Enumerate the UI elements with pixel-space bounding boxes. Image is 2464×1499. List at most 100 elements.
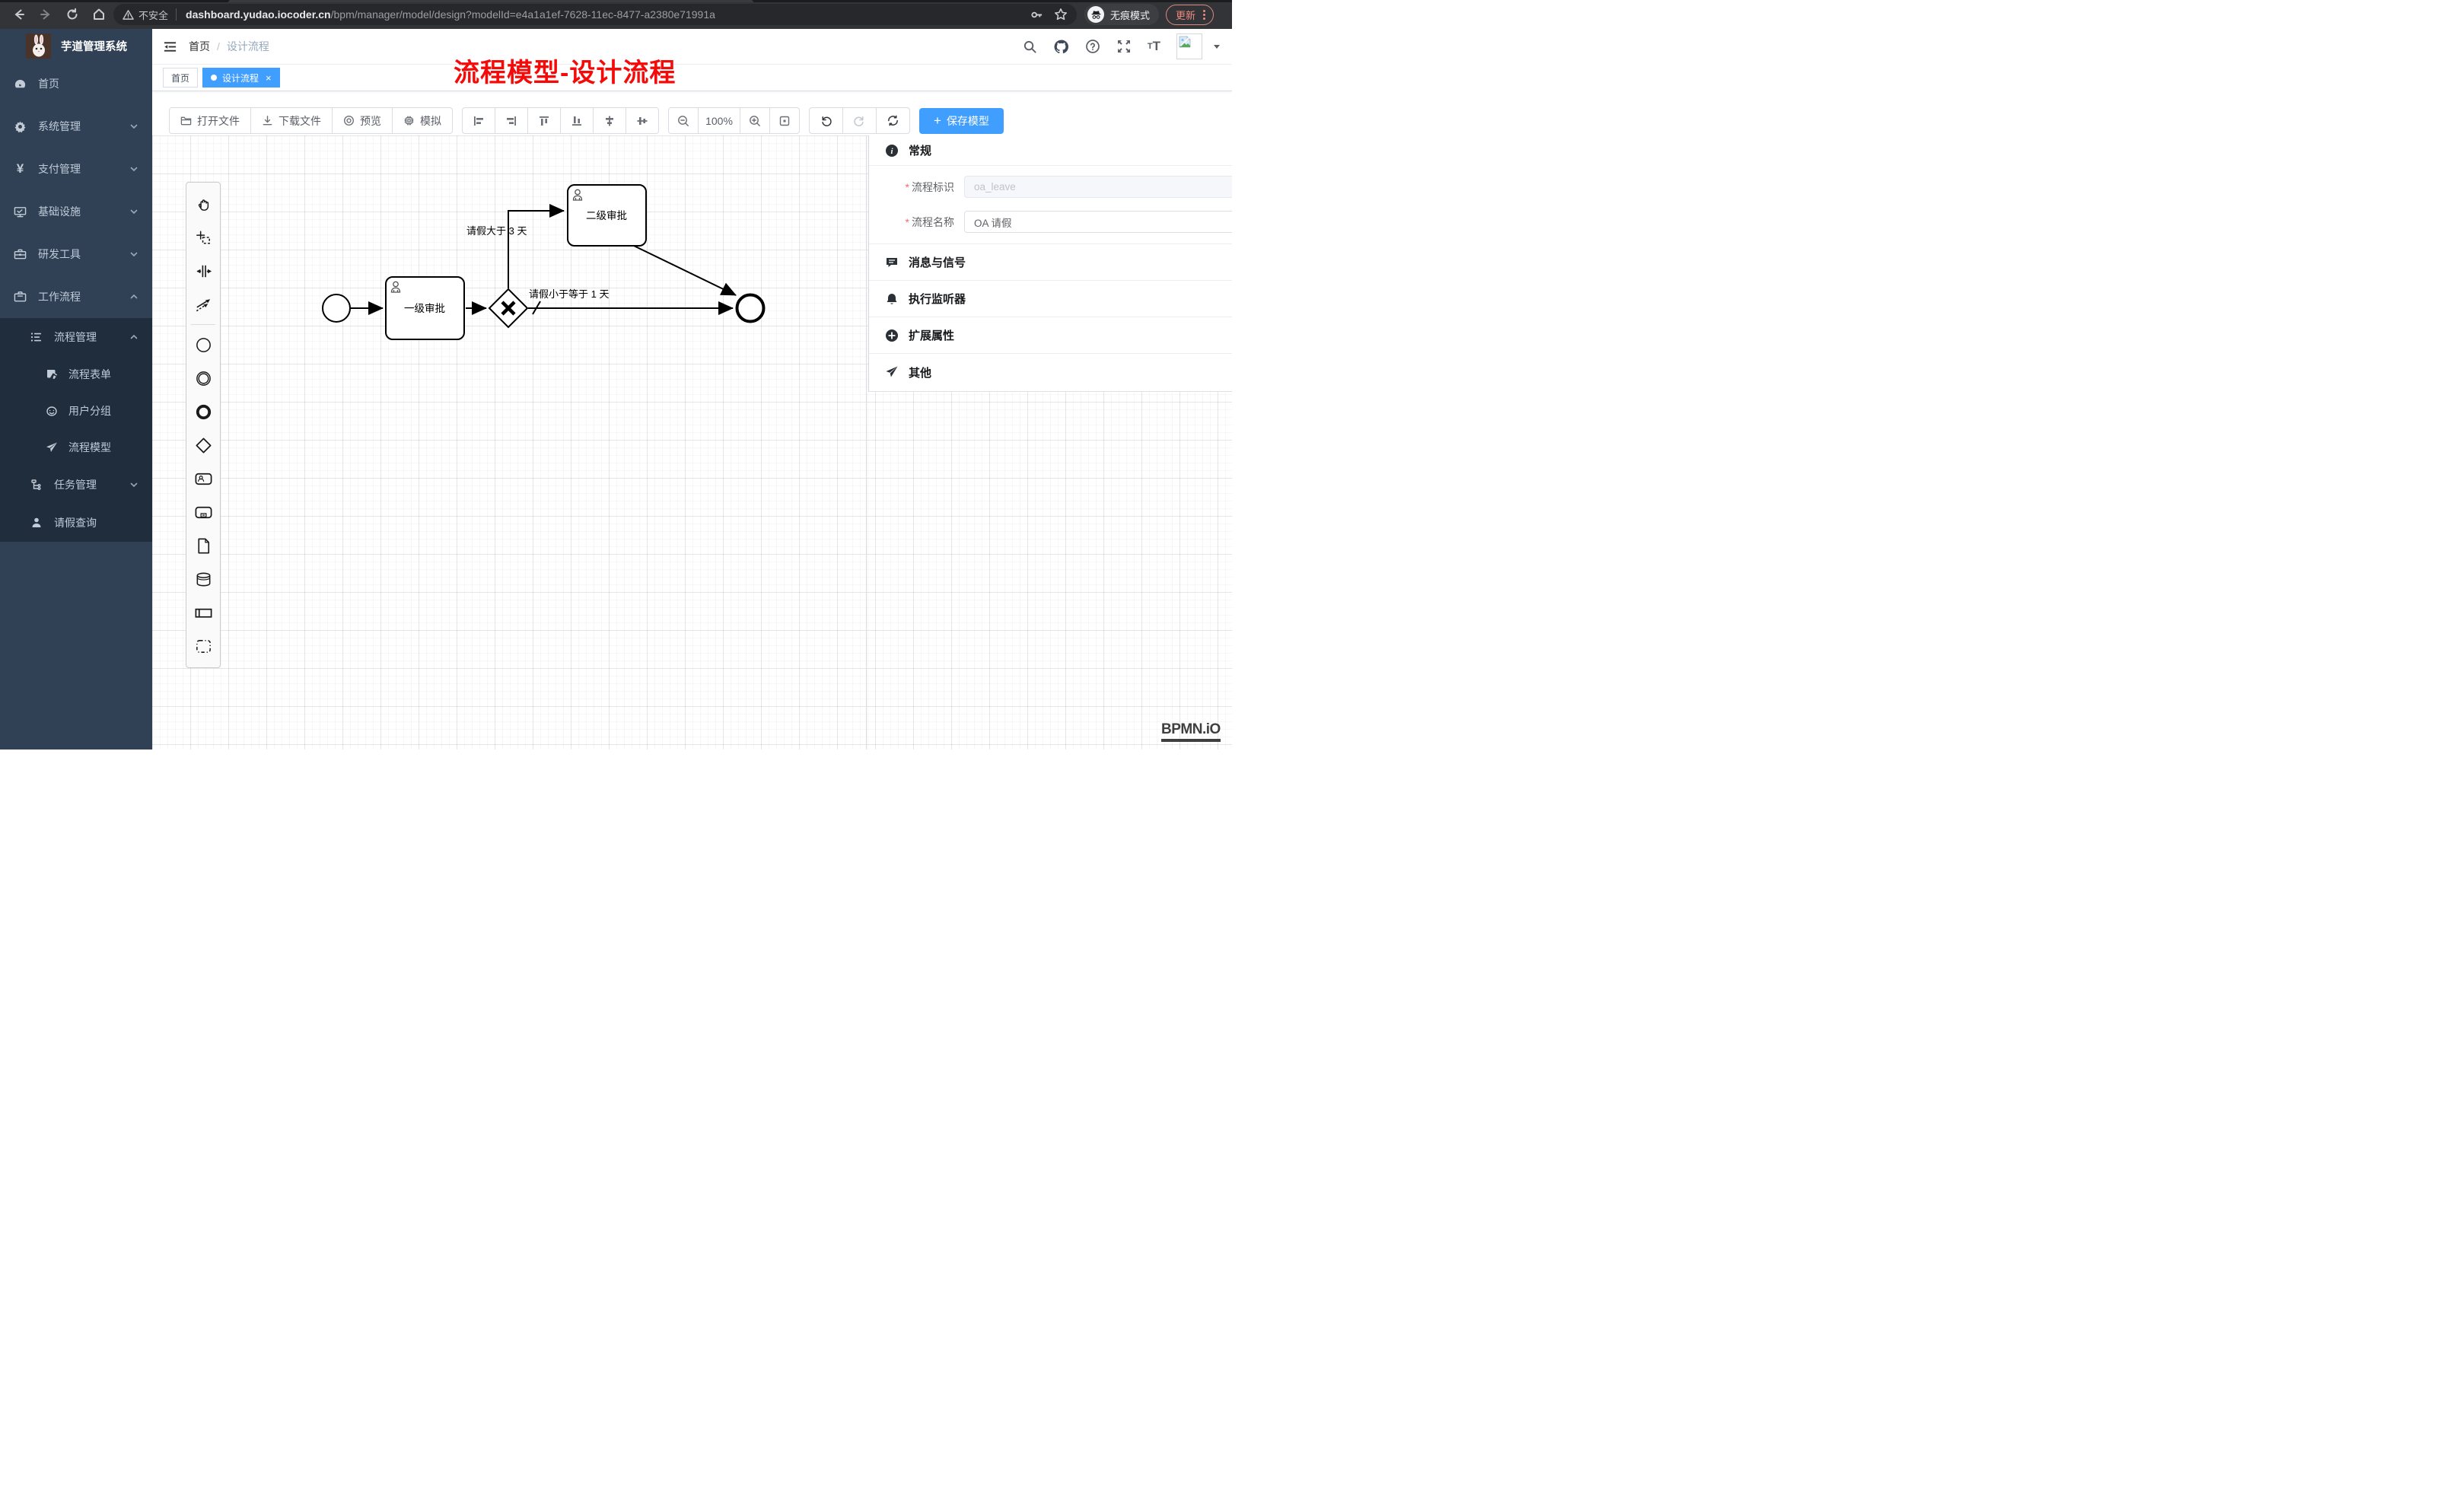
sidebar-item-devtools[interactable]: 研发工具 [0, 233, 152, 275]
create-participant[interactable] [186, 596, 220, 629]
refresh-icon [887, 114, 899, 127]
not-secure-warning-icon [123, 9, 134, 21]
redo-button[interactable] [842, 107, 877, 134]
download-file-button[interactable]: 下载文件 [250, 107, 333, 134]
forward-icon[interactable] [36, 5, 56, 24]
section-other[interactable]: 其他 [869, 354, 1232, 390]
open-file-button[interactable]: 打开文件 [169, 107, 251, 134]
sidebar-item-payment[interactable]: ¥ 支付管理 [0, 148, 152, 190]
zoom-in-button[interactable] [740, 107, 770, 134]
flow-label-gt3days[interactable]: 请假大于 3 天 [466, 225, 527, 237]
align-center-horizontal-button[interactable] [626, 107, 659, 134]
sidebar-item-process-mgmt[interactable]: 流程管理 [0, 318, 152, 356]
home-icon[interactable] [89, 5, 109, 24]
create-group[interactable] [186, 629, 220, 663]
zoom-reset-button[interactable] [769, 107, 800, 134]
bookmark-star-icon[interactable] [1054, 8, 1068, 21]
task-second-approval[interactable]: 二级审批 [568, 185, 646, 246]
exclusive-gateway[interactable] [489, 289, 527, 327]
sidebar-collapse-icon[interactable] [160, 37, 180, 56]
align-bottom-button[interactable] [560, 107, 594, 134]
sidebar-item-infra[interactable]: 基础设施 [0, 190, 152, 233]
browser-menu-icon[interactable] [1202, 8, 1207, 21]
lasso-tool[interactable] [186, 221, 220, 254]
sidebar-item-user-group[interactable]: 用户分组 [0, 393, 152, 429]
chevron-down-icon [129, 207, 138, 216]
sidebar-item-process-form[interactable]: 流程表单 [0, 356, 152, 393]
align-center-vertical-button[interactable] [593, 107, 626, 134]
sidebar-item-home[interactable]: 首页 [0, 62, 152, 105]
task-first-approval[interactable]: 一级审批 [386, 277, 464, 339]
align-left-button[interactable] [462, 107, 495, 134]
create-subprocess[interactable] [186, 495, 220, 529]
align-left-icon [473, 115, 485, 127]
properties-panel: i 常规 *流程标识 *流程名称 [868, 135, 1232, 392]
zoom-out-button[interactable] [668, 107, 699, 134]
process-name-input[interactable] [964, 211, 1232, 233]
create-user-task[interactable] [186, 462, 220, 495]
active-tag-dot [211, 75, 217, 81]
sidebar-item-leave-query[interactable]: 请假查询 [0, 504, 152, 542]
sidebar-item-label: 用户分组 [68, 403, 111, 419]
back-icon[interactable] [9, 5, 29, 24]
section-message-signal[interactable]: 消息与信号 [869, 244, 1232, 281]
create-end-event[interactable] [186, 395, 220, 428]
create-start-event[interactable] [186, 328, 220, 361]
end-event[interactable] [737, 295, 764, 322]
tag-design-process[interactable]: 设计流程 × [202, 68, 280, 88]
section-extended-properties[interactable]: 扩展属性 [869, 317, 1232, 354]
sidebar-item-task-mgmt[interactable]: 任务管理 [0, 466, 152, 504]
bell-icon [884, 291, 899, 306]
search-icon[interactable] [1023, 40, 1037, 54]
address-bar[interactable]: 不安全 dashboard.yudao.iocoder.cn/bpm/manag… [113, 4, 1077, 25]
sidebar-logo-row[interactable]: 芋道管理系统 [0, 29, 152, 62]
bpmn-io-watermark[interactable]: BPMN.iO [1161, 721, 1221, 742]
sidebar-item-workflow[interactable]: 工作流程 [0, 275, 152, 318]
simulate-button[interactable]: 模拟 [392, 107, 453, 134]
sidebar-item-label: 流程模型 [68, 440, 111, 455]
breadcrumb-home[interactable]: 首页 [189, 39, 210, 54]
hand-tool[interactable] [186, 187, 220, 221]
github-icon[interactable] [1053, 39, 1069, 55]
chip-icon [403, 115, 415, 126]
reload-icon[interactable] [62, 5, 82, 24]
sidebar-item-process-model[interactable]: 流程模型 [0, 429, 152, 466]
align-top-button[interactable] [527, 107, 561, 134]
font-size-icon[interactable]: TT [1148, 39, 1160, 54]
browser-update-button[interactable]: 更新 [1166, 5, 1214, 25]
preview-button[interactable]: 预览 [332, 107, 393, 134]
create-data-object[interactable] [186, 529, 220, 562]
section-execution-listener[interactable]: 执行监听器 [869, 281, 1232, 317]
general-form: *流程标识 *流程名称 [869, 166, 1232, 244]
zoom-level[interactable]: 100% [698, 107, 740, 134]
create-intermediate-event[interactable] [186, 361, 220, 395]
undo-button[interactable] [809, 107, 843, 134]
space-tool[interactable] [186, 254, 220, 288]
close-tag-icon[interactable]: × [266, 73, 272, 83]
designer-content: 打开文件 下载文件 预览 模拟 [152, 91, 1232, 750]
create-gateway[interactable] [186, 428, 220, 462]
flow-gateway-to-task2[interactable] [508, 211, 564, 288]
bpmn-diagram: 一级审批 二级审批 [152, 91, 867, 472]
sidebar-item-label: 任务管理 [54, 477, 97, 492]
global-connect-tool[interactable] [186, 288, 220, 321]
start-event[interactable] [323, 294, 350, 322]
key-icon[interactable] [1030, 8, 1043, 21]
security-label[interactable]: 不安全 [138, 8, 168, 22]
caret-down-icon[interactable] [1212, 42, 1221, 51]
align-right-button[interactable] [495, 107, 528, 134]
sidebar-item-system[interactable]: 系统管理 [0, 105, 152, 148]
process-key-input[interactable] [964, 176, 1232, 198]
avatar[interactable] [1176, 33, 1202, 59]
section-general[interactable]: i 常规 [869, 135, 1232, 166]
fullscreen-icon[interactable] [1116, 39, 1132, 54]
refresh-button[interactable] [876, 107, 910, 134]
flow-label-lte1day[interactable]: 请假小于等于 1 天 [529, 288, 609, 300]
help-icon[interactable] [1085, 39, 1100, 54]
url-text[interactable]: dashboard.yudao.iocoder.cn/bpm/manager/m… [186, 8, 715, 21]
save-model-button[interactable]: + 保存模型 [919, 108, 1004, 134]
flow-task2-to-end[interactable] [634, 246, 736, 295]
align-top-icon [538, 115, 550, 127]
tag-home[interactable]: 首页 [163, 68, 198, 88]
create-data-store[interactable] [186, 562, 220, 596]
